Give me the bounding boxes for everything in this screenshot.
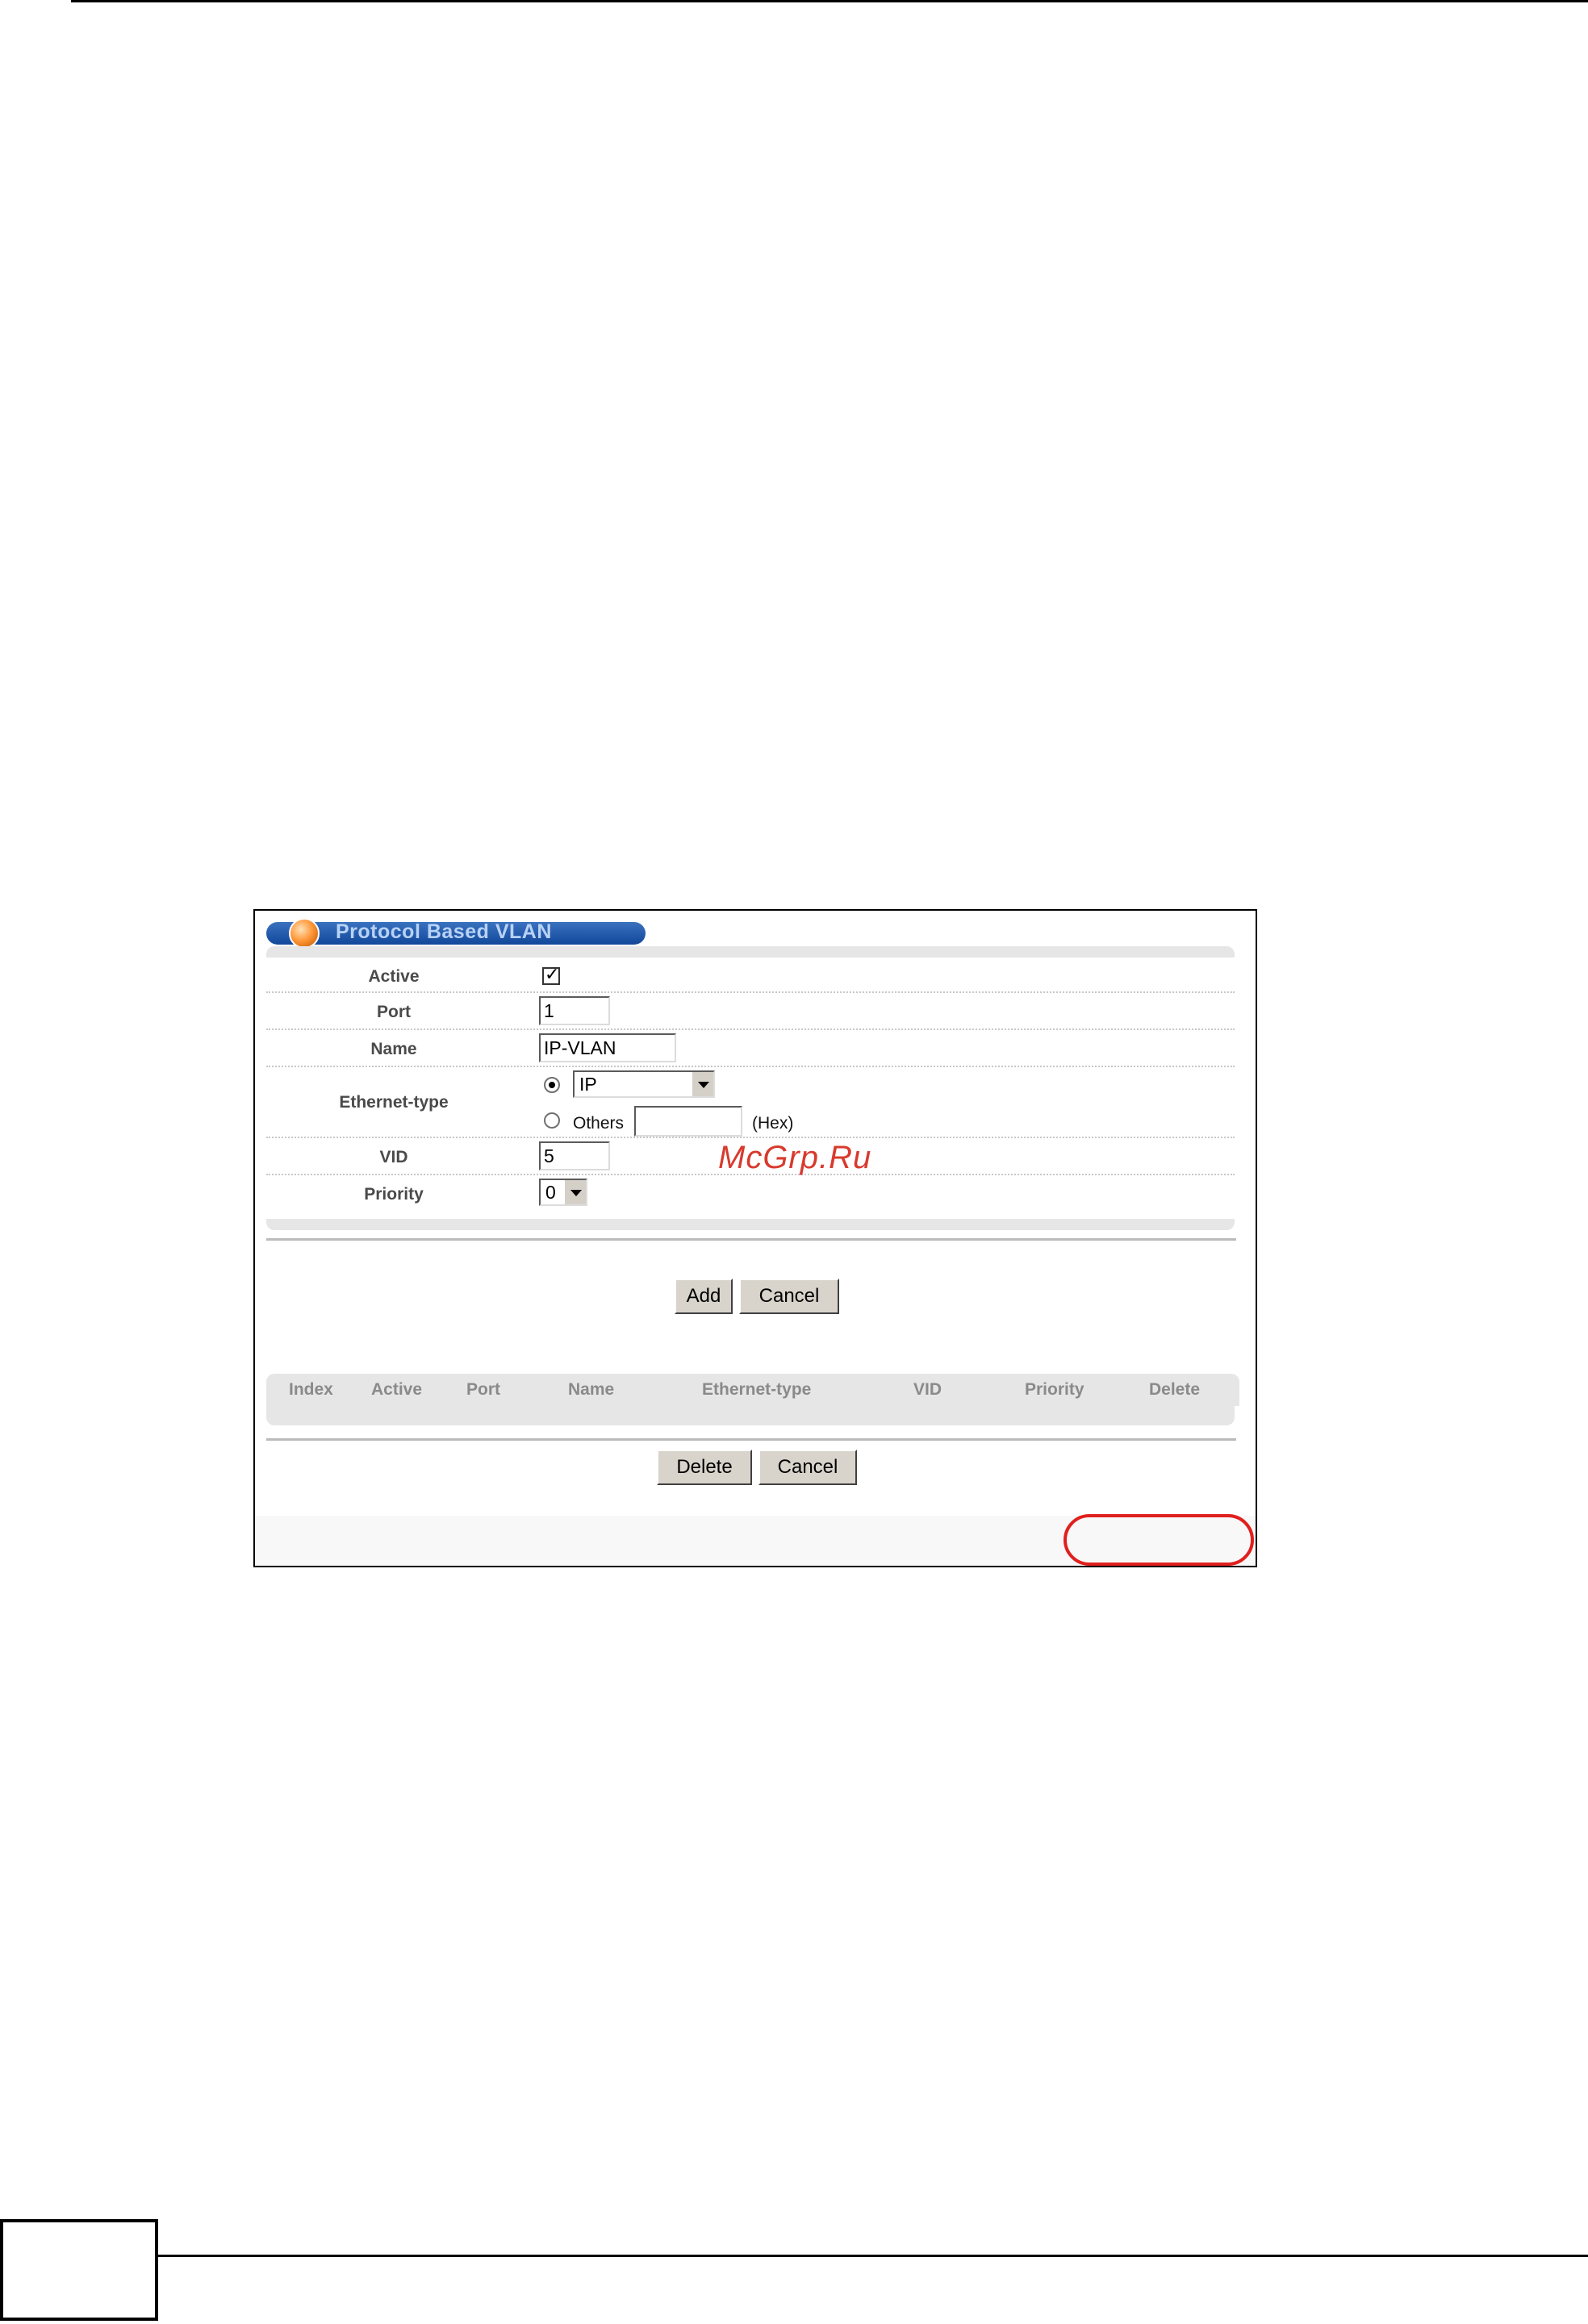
- form-body: Active ✓ Port 1 Name IP-VLAN Ethernet-ty…: [266, 958, 1235, 1219]
- table-separator: [266, 1438, 1236, 1442]
- vid-label: VID: [379, 1148, 408, 1166]
- page-title: Protocol Based VLAN: [336, 920, 552, 943]
- active-label: Active: [368, 967, 420, 986]
- hex-label: (Hex): [752, 1114, 794, 1133]
- vlan-table-header: Index Active Port Name Ethernet-type VID…: [266, 1374, 1239, 1406]
- priority-dropdown-button[interactable]: [563, 1180, 586, 1204]
- column-header-delete: Delete: [1149, 1380, 1201, 1399]
- cancel-button[interactable]: Cancel: [739, 1279, 839, 1314]
- ethernet-type-select[interactable]: IP: [573, 1070, 715, 1098]
- others-label: Others: [573, 1114, 625, 1133]
- name-input[interactable]: IP-VLAN: [539, 1033, 676, 1062]
- column-header-ethernet-type: Ethernet-type: [702, 1380, 812, 1399]
- chevron-down-icon: [570, 1190, 582, 1196]
- delete-button[interactable]: Delete: [657, 1450, 752, 1485]
- priority-selected: 0: [545, 1182, 556, 1203]
- radio-selected-dot: [549, 1082, 555, 1088]
- protocol-vlan-screen: Protocol Based VLAN Active ✓ Port 1 Name…: [253, 909, 1257, 1567]
- priority-select[interactable]: 0: [539, 1179, 587, 1206]
- row-ethernet-type: Ethernet-type IP Others (Hex): [266, 1067, 1235, 1138]
- vid-input[interactable]: 5: [539, 1141, 610, 1170]
- column-header-active: Active: [371, 1380, 423, 1399]
- page-number-box: [0, 2219, 158, 2321]
- checkmark-icon: ✓: [545, 964, 560, 984]
- vlan-table-footer: [266, 1406, 1235, 1425]
- others-hex-input[interactable]: [634, 1106, 742, 1137]
- row-priority: Priority 0: [266, 1175, 1235, 1212]
- port-input[interactable]: 1: [539, 996, 610, 1025]
- title-bulb-icon: [289, 918, 320, 949]
- column-header-vid: VID: [913, 1380, 942, 1399]
- ethernet-type-label: Ethernet-type: [339, 1093, 449, 1112]
- top-rule: [71, 0, 1588, 2]
- priority-label: Priority: [364, 1185, 424, 1204]
- column-header-priority: Priority: [1025, 1380, 1084, 1399]
- ethernet-type-dropdown-button[interactable]: [691, 1072, 713, 1096]
- column-header-name: Name: [568, 1380, 615, 1399]
- row-port: Port 1: [266, 993, 1235, 1030]
- chevron-down-icon: [698, 1082, 709, 1088]
- ethernet-type-others-radio[interactable]: [544, 1112, 560, 1129]
- port-label: Port: [377, 1003, 411, 1021]
- column-header-index: Index: [289, 1380, 333, 1399]
- row-active: Active ✓: [266, 958, 1235, 993]
- table-cancel-button[interactable]: Cancel: [758, 1450, 857, 1485]
- highlight-oval: [1064, 1514, 1254, 1566]
- ethernet-type-ip-radio[interactable]: [544, 1077, 560, 1093]
- row-name: Name IP-VLAN: [266, 1030, 1235, 1067]
- bottom-rule: [158, 2255, 1588, 2257]
- form-separator: [266, 1238, 1236, 1241]
- add-button[interactable]: Add: [675, 1279, 733, 1314]
- ethernet-type-selected: IP: [579, 1074, 597, 1095]
- active-checkbox[interactable]: ✓: [542, 964, 560, 985]
- watermark: McGrp.Ru: [718, 1140, 872, 1175]
- name-label: Name: [370, 1040, 417, 1058]
- form-panel: Active ✓ Port 1 Name IP-VLAN Ethernet-ty…: [266, 946, 1235, 1230]
- column-header-port: Port: [466, 1380, 500, 1399]
